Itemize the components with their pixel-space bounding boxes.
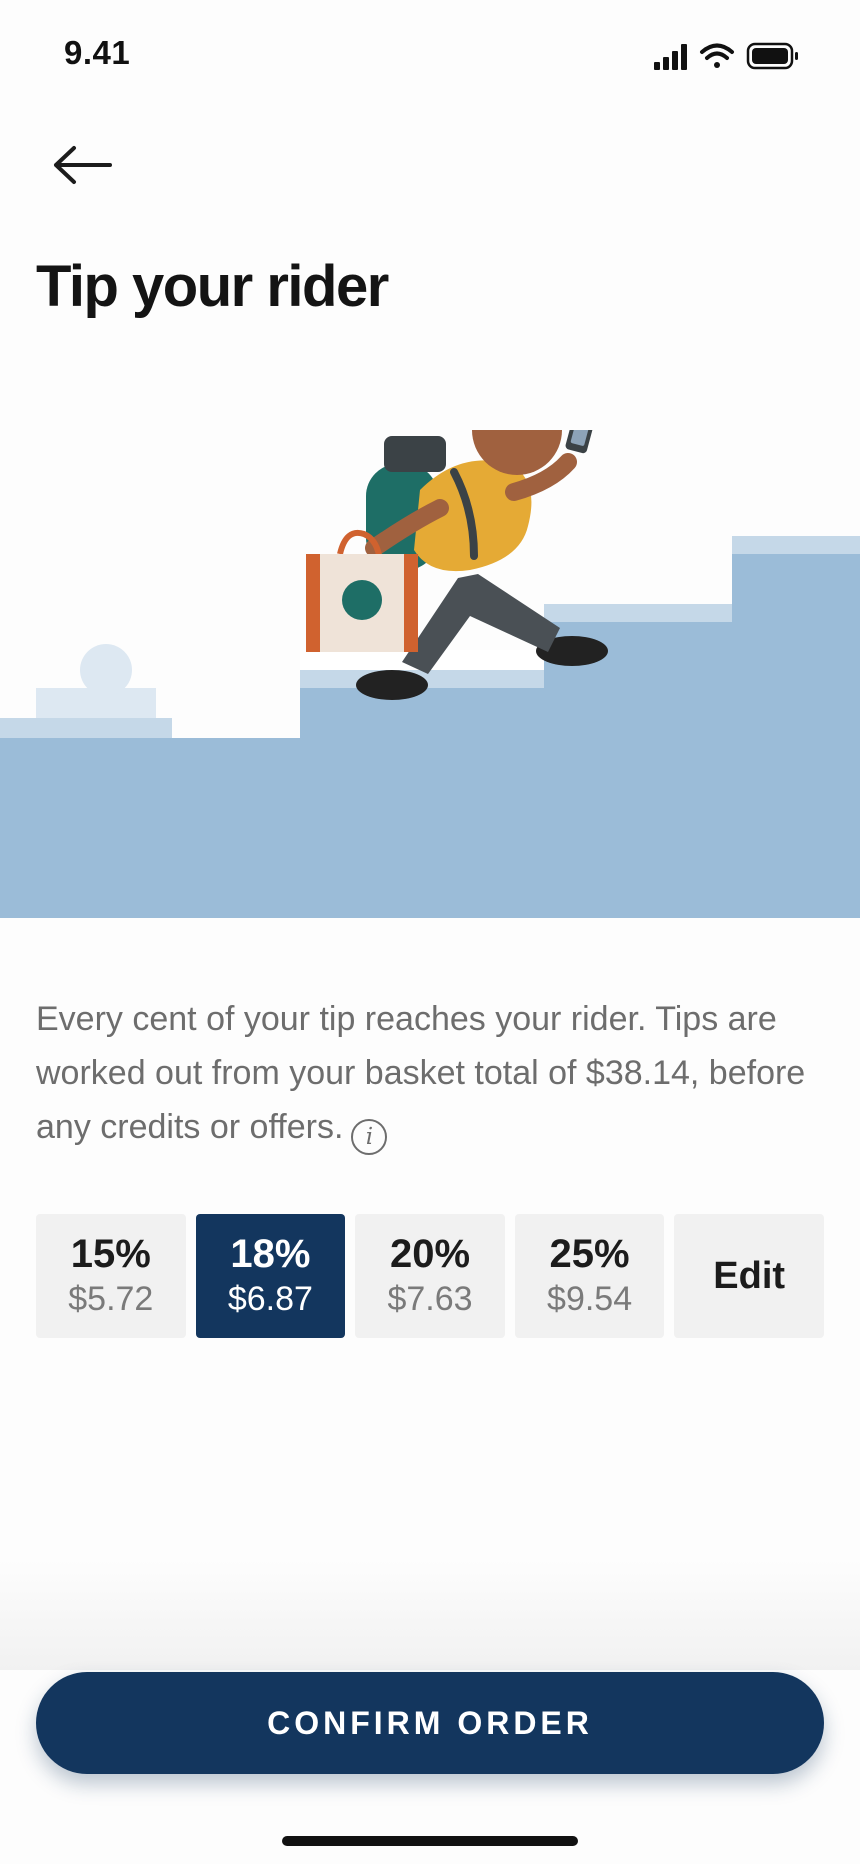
tip-percent: 25% — [549, 1232, 630, 1276]
rider-illustration — [0, 430, 860, 918]
tip-option-18[interactable]: 18% $6.87 — [195, 1214, 346, 1338]
tip-amount: $7.63 — [387, 1280, 473, 1318]
tip-option-20[interactable]: 20% $7.63 — [355, 1214, 505, 1338]
ground — [0, 536, 860, 918]
tip-percent: 15% — [70, 1232, 151, 1276]
tip-amount: $9.54 — [547, 1280, 633, 1318]
tip-description: Every cent of your tip reaches your ride… — [36, 992, 836, 1155]
tip-percent: 20% — [389, 1232, 471, 1276]
tip-option-15[interactable]: 15% $5.72 — [36, 1214, 186, 1338]
tip-edit-label: Edit — [713, 1254, 786, 1297]
tip-amount: $5.72 — [68, 1280, 154, 1318]
tip-edit-button[interactable]: Edit — [674, 1214, 824, 1338]
tip-amount: $6.87 — [227, 1280, 313, 1318]
back-button[interactable] — [40, 130, 124, 200]
status-bar: 9.41 — [0, 0, 860, 110]
tip-option-25[interactable]: 25% $9.54 — [514, 1214, 665, 1338]
home-indicator — [282, 1836, 578, 1846]
cellular-signal-icon — [654, 44, 687, 70]
status-icons — [654, 42, 798, 70]
tip-percent: 18% — [230, 1232, 311, 1276]
battery-icon — [746, 42, 798, 70]
bottom-fade — [0, 1560, 860, 1670]
wifi-icon — [700, 43, 734, 68]
page-title: Tip your rider — [36, 254, 389, 319]
arrow-left-icon — [54, 146, 112, 184]
status-time: 9.41 — [64, 34, 131, 71]
confirm-order-button[interactable]: CONFIRM ORDER — [36, 1672, 824, 1774]
tip-options: 15% $5.72 18% $6.87 20% $7.63 25% $9.54 … — [36, 1214, 824, 1338]
info-icon[interactable]: i — [351, 1119, 388, 1155]
tip-description-text: Every cent of your tip reaches your ride… — [36, 1000, 806, 1146]
